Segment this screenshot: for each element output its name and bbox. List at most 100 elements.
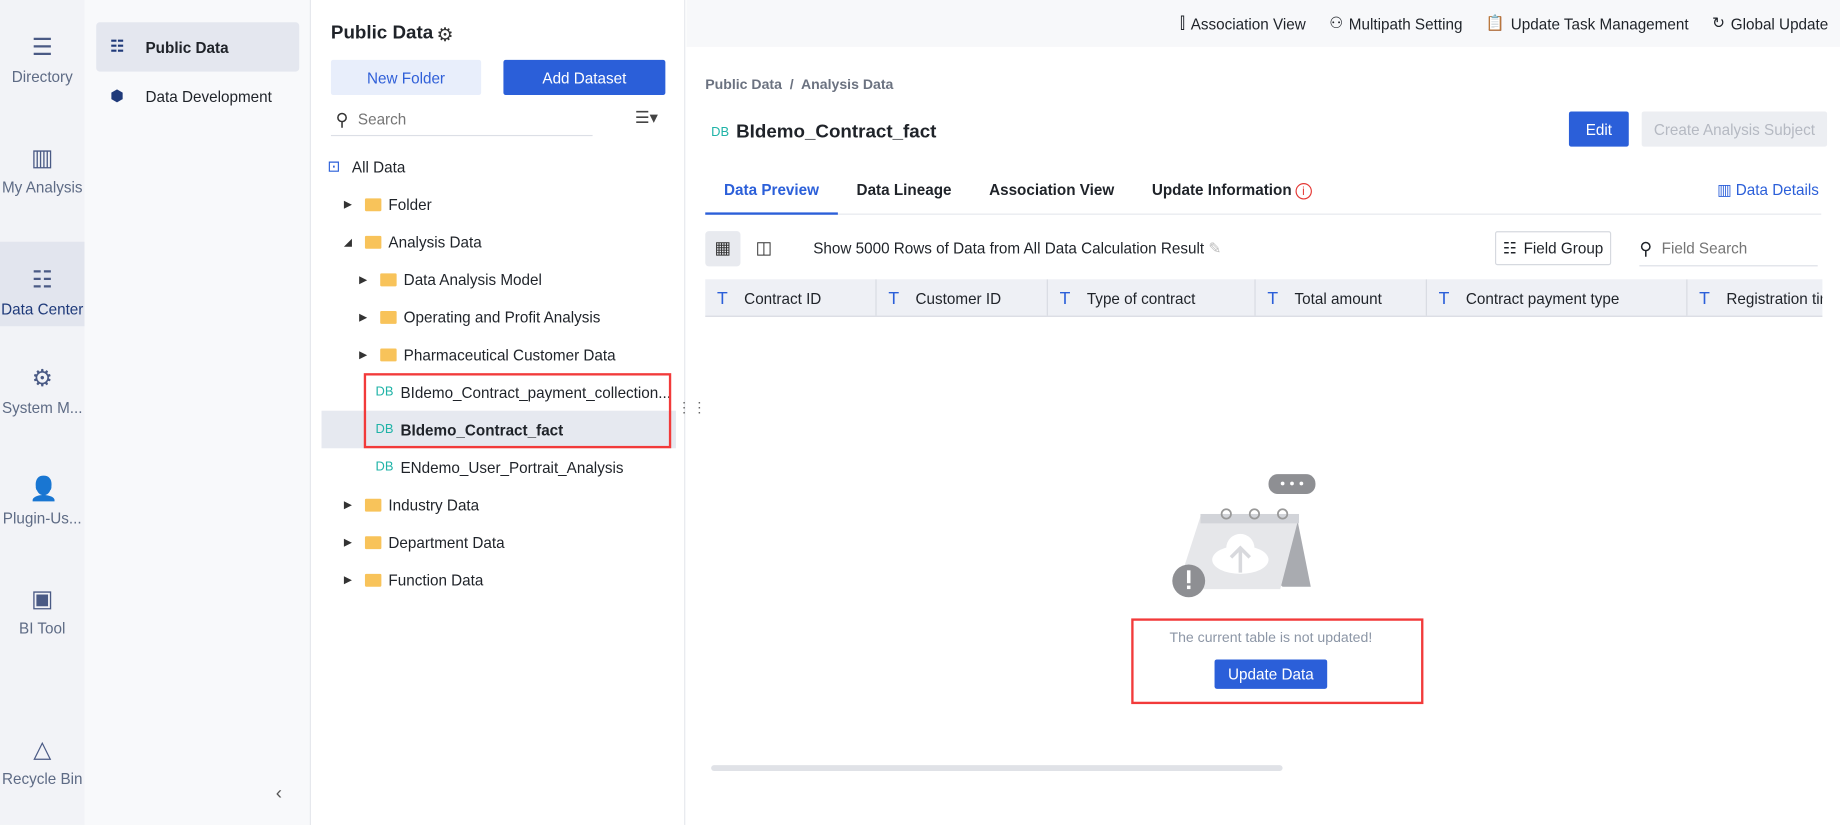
edit-button[interactable]: Edit bbox=[1568, 111, 1629, 147]
gear-icon: ⚙ bbox=[31, 366, 53, 392]
tab-update-information[interactable]: Update Information i bbox=[1133, 165, 1330, 214]
tree-node-pharma[interactable]: ▶ Pharmaceutical Customer Data bbox=[320, 336, 674, 374]
rail-data-center[interactable]: ☷ Data Center bbox=[0, 241, 85, 327]
column-header[interactable]: TRegistration time bbox=[1687, 279, 1822, 315]
chart-icon: ▥ bbox=[31, 145, 54, 172]
icon-rail: ☰ Directory ▥ My Analysis ☷ Data Center ⚙ Sy… bbox=[0, 0, 85, 825]
field-search: ⚲ bbox=[1639, 231, 1818, 267]
recycle-icon: △ bbox=[33, 736, 52, 763]
folder-icon bbox=[380, 347, 397, 361]
highlight-box bbox=[1131, 618, 1424, 705]
grid-view-icon[interactable]: ▦ bbox=[705, 231, 741, 267]
hexagon-icon: ⬢ bbox=[110, 86, 124, 105]
text-type-icon: T bbox=[1059, 288, 1071, 309]
add-dataset-button[interactable]: Add Dataset bbox=[503, 59, 666, 96]
column-header[interactable]: T Customer ID bbox=[877, 279, 1048, 316]
collapse-sidebar-icon[interactable]: ‹ bbox=[276, 784, 282, 805]
expand-icon[interactable]: ▶ bbox=[359, 348, 371, 361]
top-toolbar: ⫿ Association View ⚇ Multipath Setting 📋 Up… bbox=[686, 0, 1840, 47]
multipath-setting-button[interactable]: ⚇ Multipath Setting bbox=[1329, 14, 1462, 33]
edit-pencil-icon[interactable]: ✎ bbox=[1208, 239, 1221, 257]
layout-view-icon[interactable]: ◫ bbox=[746, 231, 781, 266]
tab-data-preview[interactable]: Data Preview bbox=[705, 165, 838, 215]
text-type-icon: T bbox=[1438, 288, 1450, 309]
user-icon: 👤 bbox=[29, 476, 59, 503]
search-input[interactable] bbox=[357, 110, 570, 128]
tab-data-lineage[interactable]: Data Lineage bbox=[838, 165, 971, 214]
db-icon: DB bbox=[711, 125, 730, 140]
tab-association-view[interactable]: Association View bbox=[970, 165, 1133, 214]
column-header[interactable]: T Contract payment type bbox=[1427, 279, 1688, 316]
update-task-management-button[interactable]: 📋 Update Task Management bbox=[1486, 14, 1689, 33]
side-public-data[interactable]: ☷ Public Data bbox=[96, 22, 300, 72]
data-details-link[interactable]: ▥ Data Details bbox=[1717, 181, 1819, 200]
horizontal-scrollbar[interactable] bbox=[711, 765, 1283, 771]
row-setting[interactable]: Show 5000 Rows of Data from All Data Cal… bbox=[813, 239, 1221, 258]
expand-icon[interactable]: ▶ bbox=[344, 536, 356, 549]
tree-node-all-data[interactable]: ⊡ All Data bbox=[320, 148, 674, 186]
field-group-button[interactable]: ☷ Field Group bbox=[1495, 231, 1612, 266]
expand-icon[interactable]: ▶ bbox=[344, 573, 356, 586]
folder-icon bbox=[364, 498, 382, 512]
tree-node-data-analysis-model[interactable]: ▶ Data Analysis Model bbox=[320, 261, 674, 299]
breadcrumb: Public Data / Analysis Data bbox=[705, 76, 894, 93]
folder-icon bbox=[364, 235, 382, 249]
text-type-icon: T bbox=[888, 288, 900, 309]
directory-icon: ☰ bbox=[31, 35, 53, 62]
collapse-icon[interactable]: ◢ bbox=[344, 235, 356, 248]
field-search-input[interactable] bbox=[1661, 239, 1791, 257]
filter-history-icon[interactable]: ☰▾ bbox=[635, 108, 658, 128]
rail-directory[interactable]: ☰ Directory bbox=[0, 9, 84, 93]
rail-plugin-users[interactable]: 👤 Plugin-Us... bbox=[0, 451, 84, 535]
expand-icon[interactable]: ▶ bbox=[344, 198, 356, 211]
column-header[interactable]: T Contract ID bbox=[705, 279, 877, 316]
expand-icon[interactable]: ▶ bbox=[359, 273, 371, 286]
database-icon: ☷ bbox=[110, 37, 124, 56]
column-header[interactable]: T Total amount bbox=[1256, 279, 1427, 316]
association-icon: ⫿ bbox=[1179, 14, 1185, 32]
create-analysis-subject-button[interactable]: Create Analysis Subject bbox=[1641, 111, 1828, 147]
text-type-icon: T bbox=[1699, 288, 1710, 309]
rail-bi-tool[interactable]: ▣ BI Tool bbox=[0, 561, 84, 645]
tree-node-folder[interactable]: ▶ Folder bbox=[320, 185, 674, 223]
new-folder-button[interactable]: New Folder bbox=[330, 59, 482, 96]
search-icon: ⚲ bbox=[1639, 238, 1653, 259]
association-view-button[interactable]: ⫿ Association View bbox=[1180, 14, 1306, 33]
folder-icon bbox=[364, 573, 382, 587]
folder-icon bbox=[364, 535, 382, 549]
tree-node-operating-profit[interactable]: ▶ Operating and Profit Analysis bbox=[320, 298, 674, 336]
dataset-title: DB BIdemo_Contract_fact bbox=[711, 122, 937, 142]
tree-node-department[interactable]: ▶ Department Data bbox=[320, 523, 674, 561]
side-data-development[interactable]: ⬢ Data Development bbox=[96, 72, 299, 121]
toolbox-icon: ▣ bbox=[31, 586, 54, 613]
expand-icon[interactable]: ▶ bbox=[344, 498, 356, 511]
chart-icon: ▥ bbox=[1717, 180, 1736, 199]
tree-node-function[interactable]: ▶ Function Data bbox=[320, 561, 674, 599]
not-updated-illustration-icon bbox=[1172, 474, 1316, 598]
rail-system-management[interactable]: ⚙ System M... bbox=[0, 340, 84, 424]
field-group-icon: ☷ bbox=[1502, 238, 1517, 257]
tree-node-analysis-data[interactable]: ◢ Analysis Data bbox=[320, 223, 674, 261]
highlight-box bbox=[363, 373, 672, 449]
text-type-icon: T bbox=[1267, 288, 1279, 309]
chart-icon: ⊡ bbox=[327, 157, 341, 175]
expand-icon[interactable]: ▶ bbox=[359, 310, 371, 323]
table-header: T Contract ID T Customer ID T Type of contr… bbox=[705, 279, 1823, 317]
panel-title: Public Data bbox=[330, 23, 434, 44]
folder-icon bbox=[380, 310, 397, 324]
tree-node-dataset[interactable]: DB ENdemo_User_Portrait_Analysis bbox=[320, 448, 674, 486]
rail-my-analysis[interactable]: ▥ My Analysis bbox=[0, 120, 84, 204]
rail-recycle-bin[interactable]: △ Recycle Bin bbox=[0, 711, 84, 795]
tree-search: ⚲ bbox=[330, 103, 593, 137]
clipboard-icon: 📋 bbox=[1485, 14, 1505, 32]
column-header[interactable]: T Type of contract bbox=[1048, 279, 1256, 316]
main-content: Public Data / Analysis Data DB BIdemo_Con… bbox=[686, 47, 1840, 825]
db-icon: DB bbox=[375, 460, 394, 475]
settings-icon[interactable]: ⚙ bbox=[437, 23, 454, 46]
tree-node-industry[interactable]: ▶ Industry Data bbox=[320, 486, 674, 524]
tab-bar: Data Preview Data Lineage Association Vi… bbox=[705, 165, 1822, 215]
refresh-icon: ↻ bbox=[1712, 14, 1725, 32]
folder-icon bbox=[380, 272, 397, 286]
global-update-button[interactable]: ↻ Global Update bbox=[1712, 14, 1828, 33]
text-type-icon: T bbox=[716, 288, 728, 309]
